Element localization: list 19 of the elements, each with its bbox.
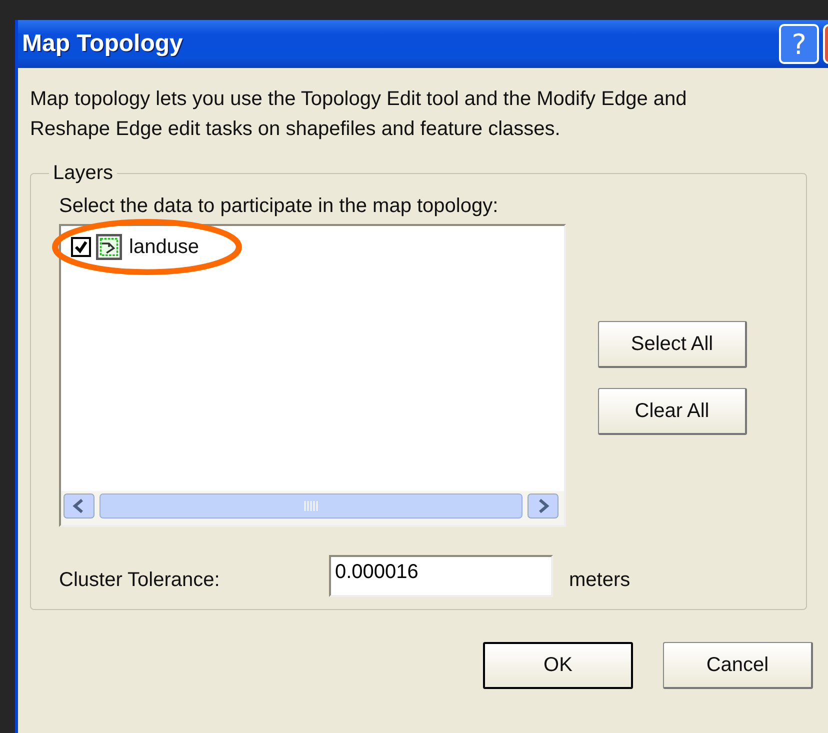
list-action-button[interactable]: Select All [598,321,747,368]
polygon-layer-icon [95,234,123,260]
group-legend: Layers [49,162,118,185]
list-action-button[interactable]: Clear All [598,388,747,435]
tolerance-field[interactable]: 0.000016 [329,555,553,597]
cancel-button[interactable]: Cancel [663,642,813,689]
horizontal-scrollbar[interactable] [61,491,564,525]
scroll-left-icon[interactable] [63,493,95,519]
ok-button[interactable]: OK [483,642,633,689]
description-text: Map topology lets you use the Topology Edit tool and the Modify Edge and Reshape Edge edit tasks on shapefiles and feature classes. [30,87,688,142]
layer-name[interactable]: landuse [127,236,200,258]
scroll-thumb[interactable] [99,493,523,519]
scroll-right-icon[interactable] [527,493,559,519]
tolerance-label: Cluster Tolerance: [59,568,221,592]
prompt-text: Select the data to participate in the map topology: [59,195,500,218]
help-button[interactable]: ? [779,24,819,64]
window-title: Map Topology [22,30,184,58]
layer-checkbox[interactable] [71,237,91,257]
unit-label: meters [569,568,630,592]
